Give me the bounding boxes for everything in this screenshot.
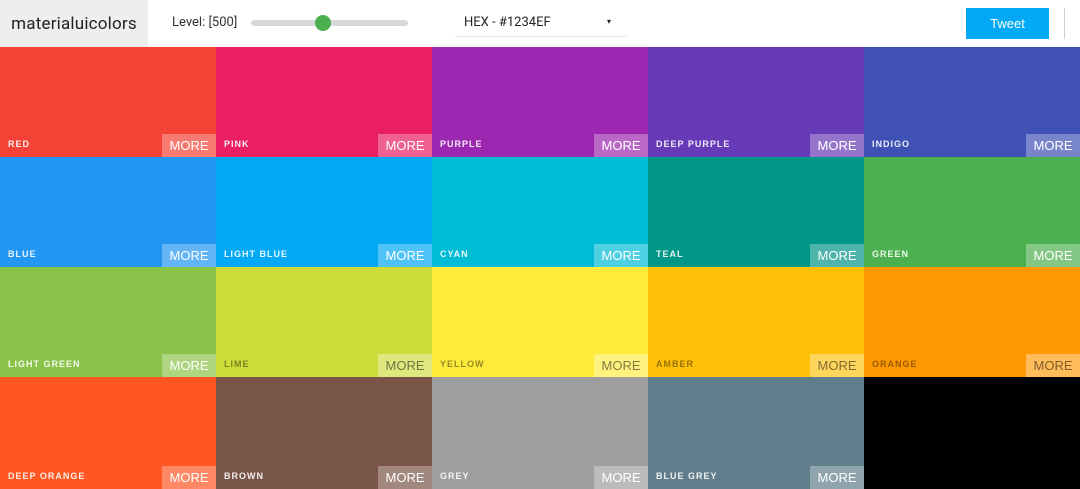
more-button[interactable]: MORE	[378, 134, 432, 157]
more-button[interactable]: MORE	[1026, 244, 1080, 267]
more-button[interactable]: MORE	[810, 134, 864, 157]
more-button[interactable]: MORE	[378, 466, 432, 489]
color-tile-blue-grey[interactable]: BLUE GREY MORE	[648, 377, 864, 489]
color-tile-light-blue[interactable]: LIGHT BLUE MORE	[216, 157, 432, 267]
color-name-label: DEEP PURPLE	[656, 139, 731, 149]
tweet-button[interactable]: Tweet	[966, 8, 1049, 39]
color-name-label: DEEP ORANGE	[8, 471, 86, 481]
color-name-label: AMBER	[656, 359, 694, 369]
brand-logo[interactable]: materialuicolors	[0, 0, 148, 47]
more-button[interactable]: MORE	[162, 466, 216, 489]
more-button[interactable]: MORE	[378, 354, 432, 377]
color-tile-amber[interactable]: AMBER MORE	[648, 267, 864, 377]
color-name-label: RED	[8, 139, 31, 149]
color-grid: RED MORE PINK MORE PURPLE MORE DEEP PURPLE MORE…	[0, 47, 1080, 489]
more-button[interactable]: MORE	[162, 244, 216, 267]
color-tile-light-green[interactable]: LIGHT GREEN MORE	[0, 267, 216, 377]
color-tile-yellow[interactable]: YELLOW MORE	[432, 267, 648, 377]
color-tile-purple[interactable]: PURPLE MORE	[432, 47, 648, 157]
color-name-label: LIME	[224, 359, 250, 369]
color-name-label: TEAL	[656, 249, 684, 259]
color-name-label: BROWN	[224, 471, 264, 481]
header-divider	[1064, 8, 1065, 39]
color-tile-green[interactable]: GREEN MORE	[864, 157, 1080, 267]
more-button[interactable]: MORE	[378, 244, 432, 267]
color-tile-blank[interactable]	[864, 377, 1080, 489]
more-button[interactable]: MORE	[1026, 134, 1080, 157]
color-tile-indigo[interactable]: INDIGO MORE	[864, 47, 1080, 157]
color-name-label: GREEN	[872, 249, 910, 259]
color-format-select[interactable]: HEX - #1234EF ▾	[455, 8, 627, 37]
more-button[interactable]: MORE	[594, 244, 648, 267]
color-tile-teal[interactable]: TEAL MORE	[648, 157, 864, 267]
color-name-label: LIGHT GREEN	[8, 359, 81, 369]
more-button[interactable]: MORE	[810, 466, 864, 489]
level-slider-thumb[interactable]	[315, 15, 331, 31]
color-tile-pink[interactable]: PINK MORE	[216, 47, 432, 157]
color-tile-deep-orange[interactable]: DEEP ORANGE MORE	[0, 377, 216, 489]
color-name-label: PURPLE	[440, 139, 483, 149]
more-button[interactable]: MORE	[162, 354, 216, 377]
more-button[interactable]: MORE	[1026, 354, 1080, 377]
more-button[interactable]: MORE	[810, 244, 864, 267]
color-name-label: YELLOW	[440, 359, 485, 369]
color-tile-orange[interactable]: ORANGE MORE	[864, 267, 1080, 377]
color-name-label: BLUE	[8, 249, 37, 259]
more-button[interactable]: MORE	[594, 466, 648, 489]
color-name-label: INDIGO	[872, 139, 911, 149]
color-name-label: BLUE GREY	[656, 471, 718, 481]
level-label: Level: [500]	[172, 15, 238, 30]
color-tile-grey[interactable]: GREY MORE	[432, 377, 648, 489]
color-name-label: LIGHT BLUE	[224, 249, 288, 259]
color-tile-blue[interactable]: BLUE MORE	[0, 157, 216, 267]
more-button[interactable]: MORE	[594, 354, 648, 377]
more-button[interactable]: MORE	[594, 134, 648, 157]
chevron-down-icon: ▾	[606, 17, 611, 26]
color-name-label: GREY	[440, 471, 470, 481]
color-tile-cyan[interactable]: CYAN MORE	[432, 157, 648, 267]
color-name-label: ORANGE	[872, 359, 918, 369]
top-bar: materialuicolors Level: [500] HEX - #123…	[0, 0, 1080, 47]
more-button[interactable]: MORE	[162, 134, 216, 157]
color-tile-lime[interactable]: LIME MORE	[216, 267, 432, 377]
color-tile-deep-purple[interactable]: DEEP PURPLE MORE	[648, 47, 864, 157]
color-tile-brown[interactable]: BROWN MORE	[216, 377, 432, 489]
color-name-label: CYAN	[440, 249, 469, 259]
color-format-value: HEX - #1234EF	[464, 14, 551, 30]
color-name-label: PINK	[224, 139, 250, 149]
more-button[interactable]: MORE	[810, 354, 864, 377]
color-tile-red[interactable]: RED MORE	[0, 47, 216, 157]
